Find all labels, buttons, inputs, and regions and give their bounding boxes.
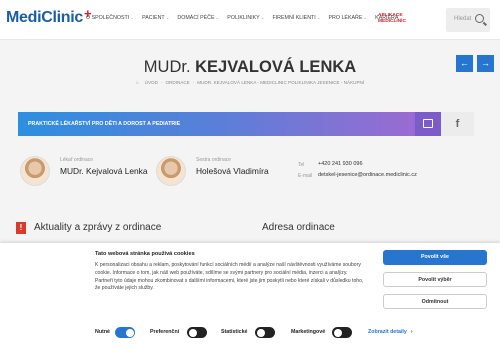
nurse-avatar <box>156 156 186 186</box>
breadcrumb: ⌂ ÚVOD · ORDINACE · MUDR. KEJVALOVÁ LENKA - M… <box>135 80 365 85</box>
chevron-right-icon: › <box>410 329 413 335</box>
specialty-text: PRAKTICKÉ LÉKAŘSTVÍ PRO DĚTI A DOROST A … <box>28 121 181 127</box>
nav-pacient[interactable]: PACIENT⌄ <box>142 15 169 21</box>
nav-polikliniky[interactable]: POLIKLINIKY⌄ <box>227 15 264 21</box>
cookie-text: K personalizaci obsahu a reklam, poskyto… <box>95 262 364 292</box>
address-heading: Adresa ordinace <box>262 222 335 233</box>
cookie-title: Tato webová stránka používá cookies <box>95 251 195 257</box>
search-box[interactable]: Hledat <box>446 8 490 32</box>
home-icon[interactable]: ⌂ <box>136 80 139 85</box>
specialty-bar: PRAKTICKÉ LÉKAŘSTVÍ PRO DĚTI A DOROST A … <box>18 112 415 136</box>
toggle-marketing[interactable] <box>332 327 352 338</box>
nurse-role: Sestra ordinace <box>196 157 232 163</box>
toggle-label-marketing: Marketingové <box>291 329 326 335</box>
breadcrumb-current: MUDR. KEJVALOVÁ LENKA - MEDICLINIC POLIK… <box>197 80 365 85</box>
print-icon <box>423 119 433 128</box>
next-arrow-button[interactable]: → <box>477 55 494 72</box>
nav-app-link[interactable]: APLIKACE MEDICLINIC <box>378 13 406 25</box>
tel-value[interactable]: +420 241 930 096 <box>318 161 363 167</box>
chevron-down-icon: ⌄ <box>215 15 220 20</box>
toggle-label-necessary: Nutné <box>95 329 111 335</box>
toggle-label-preferences: Preferenční <box>150 329 180 335</box>
nurse-name: Holešová Vladimíra <box>196 166 269 176</box>
toggle-necessary[interactable] <box>115 327 135 338</box>
breadcrumb-ordinace[interactable]: ORDINACE <box>165 80 189 85</box>
toggle-preferences[interactable] <box>187 327 207 338</box>
alert-icon: ! <box>16 222 26 234</box>
mediclinic-logo[interactable]: MediClinic+ <box>6 6 92 27</box>
nav-domaci-pece[interactable]: DOMÁCÍ PÉČE⌄ <box>177 15 219 21</box>
page-title: MUDr. KEJVALOVÁ LENKA <box>143 58 357 76</box>
site-header: MediClinic+ O SPOLEČNOSTI⌄ PACIENT⌄ DOMÁ… <box>0 0 500 40</box>
chevron-down-icon: ⌄ <box>363 15 368 20</box>
tel-label: Tel <box>298 162 305 168</box>
deny-button[interactable]: Odmítnout <box>383 294 487 309</box>
doctor-role: Lékař ordinace <box>60 157 94 163</box>
toggle-statistics[interactable] <box>255 327 275 338</box>
breadcrumb-uvod[interactable]: ÚVOD <box>145 80 158 85</box>
chevron-down-icon: ⌄ <box>130 15 135 20</box>
main-nav: O SPOLEČNOSTI⌄ PACIENT⌄ DOMÁCÍ PÉČE⌄ POL… <box>86 15 403 21</box>
cookie-banner: Tato webová stránka používá cookies K pe… <box>0 243 500 348</box>
allow-all-button[interactable]: Povolit vše <box>383 250 487 265</box>
email-label: E-mail <box>298 173 313 179</box>
doctor-avatar <box>20 156 50 186</box>
arrow-left-icon: ← <box>460 58 469 68</box>
show-details-link[interactable]: Zobrazit detaily › <box>368 329 413 335</box>
nav-firemni-klienti[interactable]: FIREMNÍ KLIENTI⌄ <box>272 15 320 21</box>
facebook-share-button[interactable]: f <box>441 112 474 136</box>
email-value[interactable]: detskel-jesenice@ordinace.mediclinic.cz <box>318 172 417 178</box>
chevron-down-icon: ⌄ <box>260 15 265 20</box>
chevron-down-icon: ⌄ <box>165 15 170 20</box>
toggle-label-statistics: Statistické <box>221 329 248 335</box>
print-button[interactable] <box>415 112 441 136</box>
nav-pro-lekare[interactable]: PRO LÉKAŘE⌄ <box>329 15 368 21</box>
search-icon[interactable] <box>475 14 484 23</box>
chevron-down-icon: ⌄ <box>316 15 321 20</box>
search-input[interactable]: Hledat <box>454 16 471 22</box>
prev-arrow-button[interactable]: ← <box>456 55 473 72</box>
facebook-icon: f <box>455 118 460 130</box>
arrow-right-icon: → <box>481 58 490 68</box>
allow-selection-button[interactable]: Povolit výběr <box>383 272 487 287</box>
doctor-name: MUDr. Kejvalová Lenka <box>60 166 148 176</box>
nav-o-spolecnosti[interactable]: O SPOLEČNOSTI⌄ <box>86 15 134 21</box>
